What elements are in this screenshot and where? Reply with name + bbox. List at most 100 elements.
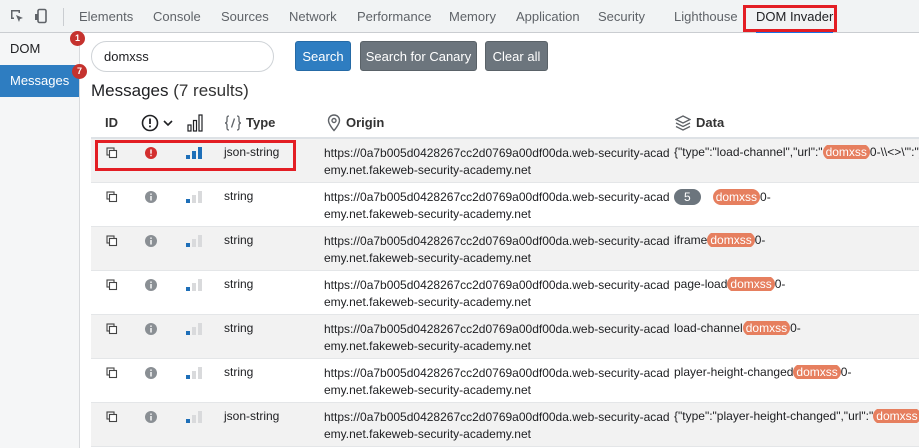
origin-line-2: emy.net.fakeweb-security-academy.net — [324, 251, 531, 265]
copy-icon[interactable] — [106, 235, 118, 247]
data-suffix: 0- — [760, 190, 771, 204]
confidence-bars — [186, 322, 204, 336]
column-header-type[interactable]: Type — [246, 106, 275, 139]
origin-line-1: https://0a7b005d0428267cc2d0769a00df00da… — [324, 190, 670, 204]
origin-line-1: https://0a7b005d0428267cc2d0769a00df00da… — [324, 322, 670, 336]
column-header-origin[interactable]: Origin — [346, 106, 384, 139]
message-origin[interactable]: https://0a7b005d0428267cc2d0769a00df00da… — [324, 233, 674, 267]
confidence-signal-icon[interactable] — [187, 114, 203, 132]
table-row[interactable]: json-string https://0a7b005d0428267cc2d07… — [91, 139, 919, 183]
message-origin[interactable]: https://0a7b005d0428267cc2d0769a00df00da… — [324, 321, 674, 355]
tab-memory[interactable]: Memory — [449, 0, 496, 33]
message-origin[interactable]: https://0a7b005d0428267cc2d0769a00df00da… — [324, 409, 674, 443]
table-row[interactable]: string https://0a7b005d0428267cc2d0769a00… — [91, 183, 919, 227]
data-text: page-load — [674, 277, 728, 291]
copy-icon[interactable] — [106, 191, 118, 203]
tab-dom-invader[interactable]: DOM Invader — [756, 0, 834, 33]
message-data[interactable]: player-height-changed domxss 0- — [674, 365, 919, 379]
confidence-bars — [186, 190, 204, 204]
message-data[interactable]: load-channel domxss 0- — [674, 321, 919, 335]
canary-highlight: domxss — [793, 365, 841, 379]
data-text: load-channel — [674, 321, 743, 335]
data-text: player-height-changed — [674, 365, 794, 379]
tab-sources[interactable]: Sources — [221, 0, 269, 33]
search-input[interactable] — [91, 41, 274, 72]
table-row[interactable]: string https://0a7b005d0428267cc2d0769a00… — [91, 227, 919, 271]
confidence-bars — [186, 146, 204, 160]
tab-elements[interactable]: Elements — [79, 0, 133, 33]
column-header-data[interactable]: Data — [696, 106, 724, 139]
tab-console[interactable]: Console — [153, 0, 201, 33]
tab-security[interactable]: Security — [598, 0, 645, 33]
data-suffix: 0-\\<>\"':"} — [869, 145, 919, 159]
origin-line-2: emy.net.fakeweb-security-academy.net — [324, 163, 531, 177]
copy-icon[interactable] — [106, 323, 118, 335]
copy-icon[interactable] — [106, 147, 118, 159]
table-row[interactable]: json-string https://0a7b005d0428267cc2d07… — [91, 403, 919, 447]
severity-info-icon — [145, 367, 157, 379]
canary-highlight: domxss — [873, 409, 919, 423]
column-header-id[interactable]: ID — [105, 106, 118, 139]
copy-icon[interactable] — [106, 279, 118, 291]
confidence-bars — [186, 234, 204, 248]
layers-icon — [675, 114, 691, 132]
sidebar-item-dom[interactable]: DOM — [0, 33, 79, 65]
message-data[interactable]: {"type":"load-channel","url":" domxss 0-\\… — [674, 145, 919, 159]
message-data[interactable]: iframe domxss 0- — [674, 233, 919, 247]
device-toolbar-icon[interactable] — [34, 8, 50, 24]
message-origin[interactable]: https://0a7b005d0428267cc2d0769a00df00da… — [324, 189, 674, 223]
sidebar-item-messages[interactable]: Messages — [0, 65, 79, 97]
origin-line-2: emy.net.fakeweb-security-academy.net — [324, 295, 531, 309]
devtools-tab-bar: Elements Console Sources Network Perform… — [0, 0, 919, 33]
search-for-canary-button[interactable]: Search for Canary — [360, 41, 477, 71]
copy-icon[interactable] — [106, 367, 118, 379]
data-text: {"type":"load-channel","url":" — [674, 145, 823, 159]
table-row[interactable]: string https://0a7b005d0428267cc2d0769a00… — [91, 315, 919, 359]
tab-lighthouse[interactable]: Lighthouse — [674, 0, 738, 33]
severity-high-icon — [145, 147, 157, 159]
data-suffix: 0- — [790, 321, 801, 335]
tab-performance[interactable]: Performance — [357, 0, 431, 33]
data-number-badge: 5 — [674, 189, 701, 205]
message-type: json-string — [224, 409, 280, 423]
table-row[interactable]: string https://0a7b005d0428267cc2d0769a00… — [91, 271, 919, 315]
canary-highlight: domxss — [822, 145, 870, 159]
message-origin[interactable]: https://0a7b005d0428267cc2d0769a00df00da… — [324, 277, 674, 311]
canary-highlight: domxss — [742, 321, 791, 335]
confidence-bars — [186, 366, 204, 380]
search-button[interactable]: Search — [295, 41, 351, 71]
origin-line-1: https://0a7b005d0428267cc2d0769a00df00da… — [324, 366, 670, 380]
message-data[interactable]: {"type":"player-height-changed","url":" d… — [674, 409, 919, 423]
message-origin[interactable]: https://0a7b005d0428267cc2d0769a00df00da… — [324, 145, 674, 179]
severity-filter-icon[interactable] — [141, 114, 175, 132]
clear-all-button[interactable]: Clear all — [485, 41, 548, 71]
canary-highlight: domxss — [712, 189, 761, 205]
results-count: (7 results) — [173, 81, 249, 100]
message-type: string — [224, 277, 254, 291]
table-row[interactable]: string https://0a7b005d0428267cc2d0769a00… — [91, 359, 919, 403]
message-type: string — [224, 365, 254, 379]
data-text: {"type":"player-height-changed","url":" — [674, 409, 874, 423]
tab-network[interactable]: Network — [289, 0, 337, 33]
message-type: string — [224, 321, 254, 335]
severity-info-icon — [145, 279, 157, 291]
message-data[interactable]: 5 domxss 0- — [674, 189, 919, 205]
message-origin[interactable]: https://0a7b005d0428267cc2d0769a00df00da… — [324, 365, 674, 399]
message-type: string — [224, 233, 254, 247]
message-data[interactable]: page-load domxss 0- — [674, 277, 919, 291]
copy-icon[interactable] — [106, 411, 118, 423]
canary-highlight: domxss — [727, 277, 775, 291]
severity-info-icon — [145, 235, 157, 247]
dom-count-badge: 1 — [70, 31, 85, 46]
inspect-element-icon[interactable] — [9, 8, 25, 24]
sidebar-item-label: DOM — [10, 41, 41, 56]
tab-application[interactable]: Application — [516, 0, 580, 33]
message-type: json-string — [224, 145, 280, 159]
message-type: string — [224, 189, 254, 203]
page-title: Messages (7 results) — [91, 81, 249, 101]
data-suffix: 0- — [754, 233, 766, 247]
messages-count-badge: 7 — [72, 64, 87, 79]
table-header: ID Type Origin Data — [91, 106, 919, 139]
origin-line-1: https://0a7b005d0428267cc2d0769a00df00da… — [324, 234, 670, 248]
data-suffix: 0- — [840, 365, 852, 379]
